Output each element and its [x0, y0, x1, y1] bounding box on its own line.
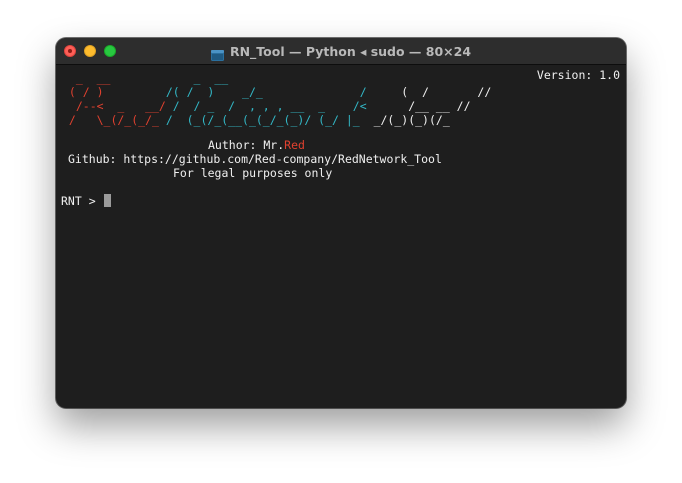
- banner-line-1: _ __ _ __: [62, 71, 228, 85]
- banner-line-3: /--< _ __/ / / _ / , , , __ _ /< /__ __ …: [62, 99, 471, 113]
- github-line: Github: https://github.com/Red-company/R…: [68, 152, 442, 166]
- banner-red-part: /--< _ __/: [62, 99, 166, 113]
- author-name: Red: [284, 138, 305, 152]
- folder-icon: [210, 46, 224, 61]
- terminal-content[interactable]: Version: 1.0 _ __ _ __ ( / ) /( / ) _/_ …: [56, 65, 626, 408]
- author-prefix: Author: Mr.: [208, 138, 285, 152]
- prompt-line[interactable]: RNT >: [61, 194, 111, 208]
- banner-line-2: ( / ) /( / ) _/_ / ( / //: [62, 85, 491, 99]
- version-label: Version: 1.0: [536, 68, 620, 82]
- window-title-text: RN_Tool — Python ◂ sudo — 80×24: [229, 44, 472, 59]
- banner-cyan-part: / (_(/_(__(_(_/_(_)/ (_/ |_: [158, 113, 360, 127]
- prompt-label: RNT >: [61, 194, 103, 208]
- terminal-window: RN_Tool — Python ◂ sudo — 80×24 Version:…: [56, 38, 626, 408]
- text-cursor: [103, 194, 111, 207]
- author-line: Author: Mr.Red: [208, 138, 305, 152]
- banner-cyan-part: /( / ) _/_ /: [103, 85, 367, 99]
- window-title: RN_Tool — Python ◂ sudo — 80×24: [56, 38, 626, 65]
- banner-cyan-part: _ __: [110, 71, 229, 85]
- banner-white-part: /__ __ //: [366, 99, 471, 113]
- banner-cyan-part: / / _ / , , , __ _ /<: [165, 99, 367, 113]
- banner-white-part: _/(_)(_)(/_: [359, 113, 450, 127]
- legal-notice: For legal purposes only: [173, 166, 333, 180]
- banner-red-part: _ __: [62, 71, 111, 85]
- banner-red-part: / \_(/_(_/_: [62, 113, 159, 127]
- banner-line-4: / \_(/_(_/_ / (_(/_(__(_(_/_(_)/ (_/ |_ …: [62, 113, 450, 127]
- banner-white-part: ( / //: [366, 85, 492, 99]
- banner-red-part: ( / ): [62, 85, 104, 99]
- title-bar[interactable]: RN_Tool — Python ◂ sudo — 80×24: [56, 38, 626, 65]
